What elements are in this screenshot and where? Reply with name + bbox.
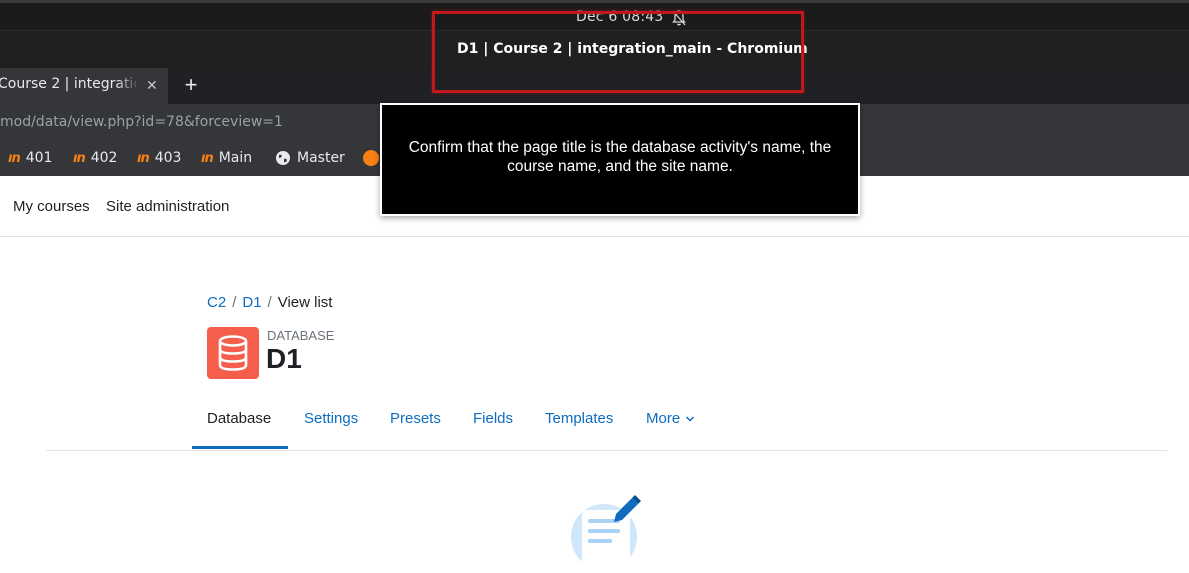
bookmark-403[interactable]: ın 403 (137, 149, 181, 167)
active-tab-indicator (192, 446, 288, 449)
bookmark-master[interactable]: Master (275, 149, 345, 167)
breadcrumb-item-current: View list (277, 294, 333, 311)
close-icon[interactable]: ✕ (146, 77, 158, 94)
database-icon-glyph (218, 335, 248, 371)
bookmark-401[interactable]: ın 401 (8, 149, 52, 167)
page-content: My courses Site administration C2 / D1 / Vie… (0, 176, 1189, 573)
bookmark-orange[interactable] (363, 149, 379, 167)
breadcrumb-item-d1[interactable]: D1 (242, 294, 261, 311)
bookmark-label: 401 (25, 150, 53, 166)
orange-circle-icon (363, 150, 379, 166)
globe-icon (276, 151, 290, 165)
tab-presets[interactable]: Presets (390, 410, 441, 427)
chevron-down-icon (686, 416, 695, 422)
bookmark-label: 402 (90, 150, 118, 166)
bookmark-label: 403 (154, 150, 182, 166)
moodle-icon: ın (8, 150, 21, 166)
tab-database[interactable]: Database (207, 410, 271, 427)
url-input[interactable]: mod/data/view.php?id=78&forceview=1 (0, 114, 283, 130)
tab-templates[interactable]: Templates (545, 410, 613, 427)
tab-fields[interactable]: Fields (473, 410, 513, 427)
tab-more-label: More (646, 410, 681, 427)
breadcrumb-item-c2[interactable]: C2 (207, 294, 226, 311)
database-icon (207, 327, 259, 379)
breadcrumb-separator: / (267, 294, 272, 311)
tab-settings[interactable]: Settings (304, 410, 358, 427)
browser-tab[interactable]: Course 2 | integration_main ✕ (0, 68, 168, 104)
instruction-tooltip: Confirm that the page title is the datab… (380, 103, 860, 216)
bookmark-402[interactable]: ın 402 (73, 149, 117, 167)
nav-my-courses[interactable]: My courses (13, 198, 90, 215)
bookmark-main[interactable]: ın Main (201, 149, 252, 167)
activity-type-label: DATABASE (267, 328, 335, 343)
tab-more[interactable]: More (646, 410, 695, 427)
edit-document-icon (571, 495, 641, 573)
moodle-icon: ın (201, 150, 214, 166)
page-title: D1 (266, 343, 302, 374)
bookmark-label: Master (297, 150, 345, 166)
moodle-icon: ın (137, 150, 150, 166)
bookmark-label: Main (218, 150, 253, 166)
secondary-navigation: Database Settings Presets Fields Templat… (46, 402, 1167, 451)
title-highlight-box (432, 11, 804, 93)
new-tab-button[interactable]: + (180, 72, 202, 98)
moodle-icon: ın (73, 150, 86, 166)
tooltip-text: Confirm that the page title is the datab… (408, 138, 832, 175)
tab-title-fade (116, 68, 140, 104)
breadcrumb-separator: / (232, 294, 237, 311)
nav-site-administration[interactable]: Site administration (106, 198, 229, 215)
breadcrumb: C2 / D1 / View list (207, 294, 332, 311)
